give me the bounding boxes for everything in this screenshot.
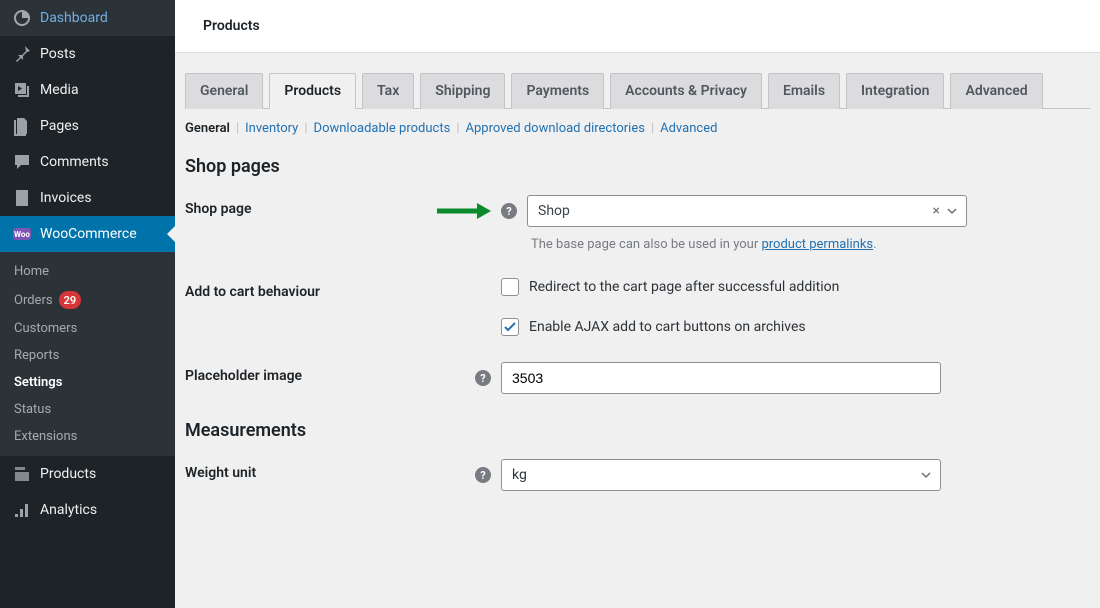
pages-icon xyxy=(12,116,32,136)
help-icon[interactable]: ? xyxy=(475,467,491,483)
tab-payments[interactable]: Payments xyxy=(511,73,604,109)
products-icon xyxy=(12,464,32,484)
comments-icon xyxy=(12,152,32,172)
page-header: Products xyxy=(175,0,1100,53)
sidebar-item-products[interactable]: Products xyxy=(0,456,175,492)
weight-unit-select-value: kg xyxy=(512,467,527,483)
woocommerce-submenu: Home Orders 29 Customers Reports Setting… xyxy=(0,252,175,456)
weight-unit-select[interactable]: kg xyxy=(501,459,941,491)
shop-page-select[interactable]: Shop × xyxy=(527,195,967,227)
submenu-item-settings[interactable]: Settings xyxy=(0,369,175,396)
page-title: Products xyxy=(203,18,1072,34)
field-shop-page: Shop page ? Shop × xyxy=(185,195,1090,252)
sidebar-item-dashboard[interactable]: Dashboard xyxy=(0,0,175,36)
tab-integration[interactable]: Integration xyxy=(846,73,944,109)
pin-icon xyxy=(12,44,32,64)
field-weight-unit: Weight unit ? kg xyxy=(185,459,1090,491)
woocommerce-icon: Woo xyxy=(12,224,32,244)
help-icon[interactable]: ? xyxy=(501,203,517,219)
sidebar-item-label: Dashboard xyxy=(40,10,108,26)
subtab-advanced[interactable]: Advanced xyxy=(660,121,717,136)
submenu-item-label: Orders xyxy=(14,293,53,308)
analytics-icon xyxy=(12,500,32,520)
submenu-item-reports[interactable]: Reports xyxy=(0,342,175,369)
settings-content: General Products Tax Shipping Payments A… xyxy=(175,53,1100,537)
clear-icon[interactable]: × xyxy=(933,203,940,219)
field-label: Add to cart behaviour xyxy=(185,284,320,300)
field-label: Weight unit xyxy=(185,465,256,481)
svg-text:Woo: Woo xyxy=(14,230,30,239)
placeholder-image-input[interactable] xyxy=(501,362,941,394)
redirect-checkbox[interactable] xyxy=(501,278,519,296)
product-permalinks-link[interactable]: product permalinks xyxy=(761,237,873,252)
invoices-icon xyxy=(12,188,32,208)
sidebar-item-analytics[interactable]: Analytics xyxy=(0,492,175,528)
sidebar-item-label: Posts xyxy=(40,46,76,62)
field-label: Shop page xyxy=(185,201,252,217)
subtab-inventory[interactable]: Inventory xyxy=(245,121,298,136)
submenu-item-label: Extensions xyxy=(14,429,77,444)
field-label: Placeholder image xyxy=(185,368,302,384)
chevron-down-icon xyxy=(946,205,958,217)
submenu-item-label: Status xyxy=(14,402,51,417)
submenu-item-label: Settings xyxy=(14,375,62,390)
submenu-item-label: Customers xyxy=(14,321,77,336)
tab-products[interactable]: Products xyxy=(269,73,356,109)
sidebar-item-label: Pages xyxy=(40,118,79,134)
sidebar-item-woocommerce[interactable]: Woo WooCommerce xyxy=(0,216,175,252)
subtab-separator: | xyxy=(236,121,239,136)
tab-emails[interactable]: Emails xyxy=(768,73,840,109)
dashboard-icon xyxy=(12,8,32,28)
chevron-down-icon xyxy=(920,469,932,481)
orders-count-badge: 29 xyxy=(59,291,82,309)
submenu-item-label: Home xyxy=(14,264,49,279)
field-add-to-cart: Add to cart behaviour Redirect to the ca… xyxy=(185,278,1090,336)
subtab-separator: | xyxy=(304,121,307,136)
sidebar-item-label: Comments xyxy=(40,154,109,170)
shop-page-hint: The base page can also be used in your p… xyxy=(531,237,1090,252)
submenu-item-label: Reports xyxy=(14,348,59,363)
tab-accounts-privacy[interactable]: Accounts & Privacy xyxy=(610,73,762,109)
help-icon[interactable]: ? xyxy=(475,370,491,386)
subtab-downloadable-products[interactable]: Downloadable products xyxy=(314,121,451,136)
subtab-approved-download-directories[interactable]: Approved download directories xyxy=(466,121,645,136)
sidebar-item-label: Analytics xyxy=(40,502,97,518)
submenu-item-home[interactable]: Home xyxy=(0,258,175,285)
submenu-item-status[interactable]: Status xyxy=(0,396,175,423)
ajax-checkbox-row[interactable]: Enable AJAX add to cart buttons on archi… xyxy=(501,318,1090,336)
shop-page-select-value: Shop xyxy=(538,203,570,219)
ajax-checkbox-label: Enable AJAX add to cart buttons on archi… xyxy=(529,319,806,335)
ajax-checkbox[interactable] xyxy=(501,318,519,336)
sidebar-item-posts[interactable]: Posts xyxy=(0,36,175,72)
sidebar-item-invoices[interactable]: Invoices xyxy=(0,180,175,216)
tab-advanced[interactable]: Advanced xyxy=(950,73,1042,109)
section-heading-measurements: Measurements xyxy=(185,420,1090,441)
sidebar-item-media[interactable]: Media xyxy=(0,72,175,108)
sidebar-item-label: Media xyxy=(40,82,79,98)
sidebar-item-label: Products xyxy=(40,466,96,482)
subtab-general[interactable]: General xyxy=(185,121,230,136)
submenu-item-customers[interactable]: Customers xyxy=(0,315,175,342)
main-content: Products General Products Tax Shipping P… xyxy=(175,0,1100,608)
tab-shipping[interactable]: Shipping xyxy=(420,73,505,109)
redirect-checkbox-label: Redirect to the cart page after successf… xyxy=(529,279,839,295)
field-placeholder-image: Placeholder image ? xyxy=(185,362,1090,394)
sidebar-item-comments[interactable]: Comments xyxy=(0,144,175,180)
submenu-item-extensions[interactable]: Extensions xyxy=(0,423,175,450)
settings-subtabs: General | Inventory | Downloadable produ… xyxy=(185,121,1090,136)
tab-general[interactable]: General xyxy=(185,73,263,109)
section-heading-shop-pages: Shop pages xyxy=(185,156,1090,177)
settings-tabs: General Products Tax Shipping Payments A… xyxy=(185,73,1090,109)
submenu-item-orders[interactable]: Orders 29 xyxy=(0,285,175,315)
admin-sidebar: Dashboard Posts Media Pages Comments Inv… xyxy=(0,0,175,608)
tab-tax[interactable]: Tax xyxy=(362,73,414,109)
sidebar-item-pages[interactable]: Pages xyxy=(0,108,175,144)
media-icon xyxy=(12,80,32,100)
arrow-annotation-icon xyxy=(435,202,491,220)
sidebar-item-label: Invoices xyxy=(40,190,92,206)
sidebar-item-label: WooCommerce xyxy=(40,226,137,242)
subtab-separator: | xyxy=(651,121,654,136)
subtab-separator: | xyxy=(456,121,459,136)
redirect-checkbox-row[interactable]: Redirect to the cart page after successf… xyxy=(501,278,1090,296)
